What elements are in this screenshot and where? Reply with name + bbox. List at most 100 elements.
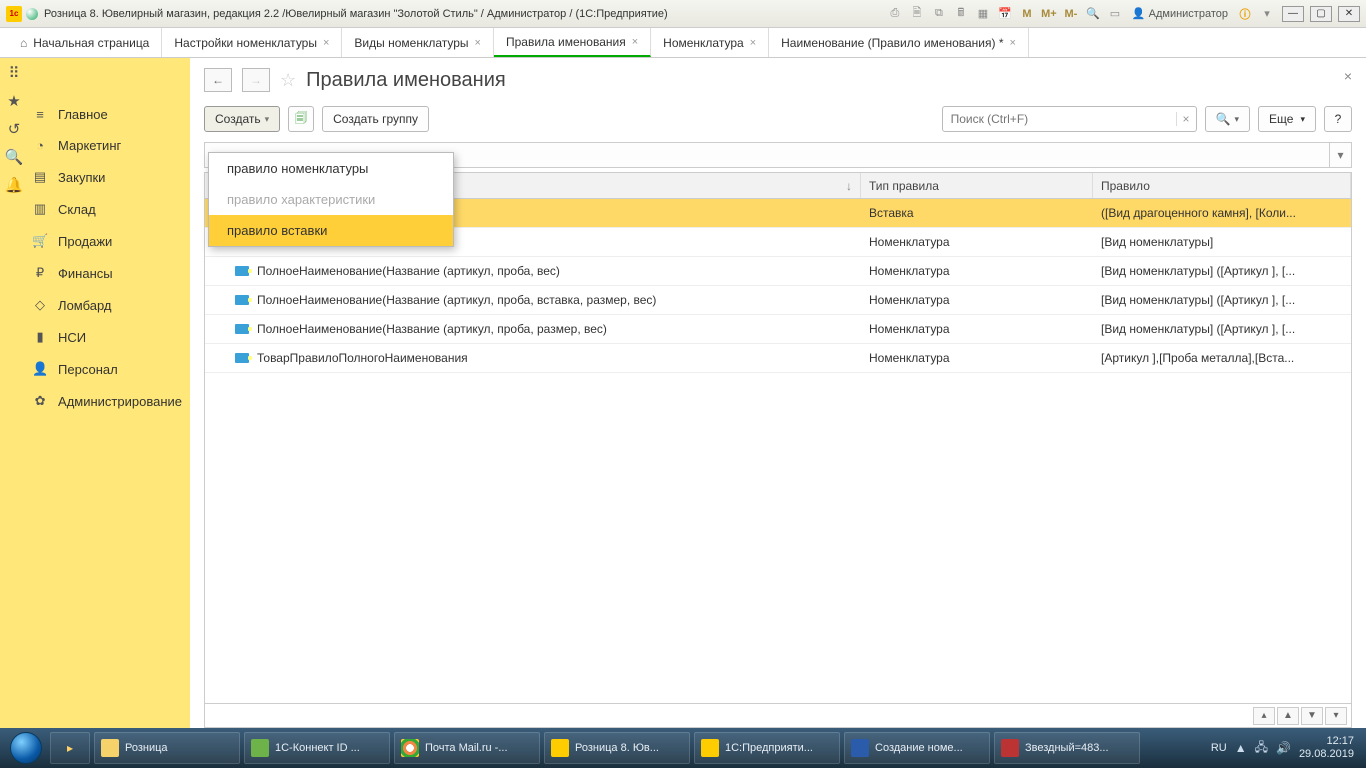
info-icon[interactable]: ⓘ xyxy=(1236,5,1254,23)
bell-icon[interactable]: 🔔 xyxy=(5,176,23,194)
sidebar-item-personnel[interactable]: 👤Персонал xyxy=(28,353,190,385)
scroll-top-icon[interactable]: ▴ xyxy=(1253,707,1275,725)
sidebar-item-purchases[interactable]: ▤Закупки xyxy=(28,161,190,193)
tool-panel-icon[interactable]: ▭ xyxy=(1106,5,1124,23)
page-close-icon[interactable]: × xyxy=(1344,68,1352,84)
table-row[interactable]: ПолноеНаименование(Название (артикул, пр… xyxy=(205,315,1351,344)
close-icon[interactable]: × xyxy=(1010,37,1016,49)
tool-compare-icon[interactable]: ⧉ xyxy=(930,5,948,23)
tab-naming-edit[interactable]: Наименование (Правило именования) * × xyxy=(769,28,1029,57)
scroll-down-icon[interactable]: ▼ xyxy=(1301,707,1323,725)
sidebar-item-nsi[interactable]: ▮НСИ xyxy=(28,321,190,353)
tool-zoom-icon[interactable]: 🔍 xyxy=(1084,5,1102,23)
help-button[interactable]: ? xyxy=(1324,106,1352,132)
tab-nomenclature[interactable]: Номенклатура × xyxy=(651,28,769,57)
dropdown-icon[interactable]: ▾ xyxy=(1258,5,1276,23)
table-row[interactable]: ПолноеНаименование(Название (артикул, пр… xyxy=(205,257,1351,286)
tab-settings-nomenclature[interactable]: Настройки номенклатуры × xyxy=(162,28,342,57)
taskbar-explorer[interactable]: ▸ xyxy=(50,732,90,764)
clear-search-icon[interactable]: × xyxy=(1176,112,1196,126)
sidebar-item-label: Склад xyxy=(58,202,96,217)
filter-dropdown-icon[interactable]: ▾ xyxy=(1329,143,1351,167)
menu-icon: 👤 xyxy=(32,361,48,377)
tab-kinds-nomenclature[interactable]: Виды номенклатуры × xyxy=(342,28,494,57)
close-icon[interactable]: × xyxy=(750,37,756,49)
sidebar-item-label: Закупки xyxy=(58,170,105,185)
tab-home[interactable]: ⌂ Начальная страница xyxy=(8,28,162,57)
tool-calendar-icon[interactable]: 📅 xyxy=(996,5,1014,23)
app-1c-icon xyxy=(701,739,719,757)
data-grid: ↓ Тип правила Правило Вставка Вставка ([… xyxy=(204,172,1352,728)
favorite-icon[interactable]: ☆ xyxy=(280,70,296,91)
dropdown-item-insert-rule[interactable]: правило вставки xyxy=(209,215,453,246)
tab-label: Правила именования xyxy=(506,35,626,49)
sidebar-item-label: Финансы xyxy=(58,266,113,281)
tool-m[interactable]: M xyxy=(1018,5,1036,23)
sidebar-item-marketing[interactable]: ◔Маркетинг xyxy=(28,130,190,161)
sidebar-item-finance[interactable]: ₽Финансы xyxy=(28,257,190,289)
more-button[interactable]: Еще▾ xyxy=(1258,106,1316,132)
sidebar-item-main[interactable]: ≡Главное xyxy=(28,99,190,130)
sidebar-item-admin[interactable]: ✿Администрирование xyxy=(28,385,190,417)
taskbar-item[interactable]: Розница 8. Юв... xyxy=(544,732,690,764)
cell-type: Номенклатура xyxy=(861,235,1093,249)
sidebar-item-lombard[interactable]: ◇Ломбард xyxy=(28,289,190,321)
tray-flag-icon[interactable]: ▲ xyxy=(1235,741,1247,755)
tray-vol-icon[interactable]: 🔊 xyxy=(1276,741,1291,755)
cell-rule: [Вид номенклатуры] ([Артикул ], [... xyxy=(1093,264,1351,278)
tool-doc-icon[interactable]: 🗎 xyxy=(908,5,926,23)
cell-name: ПолноеНаименование(Название (артикул, пр… xyxy=(257,322,607,336)
start-button[interactable] xyxy=(6,731,46,765)
create-button[interactable]: Создать ▾ xyxy=(204,106,280,132)
sort-icon: ↓ xyxy=(846,179,852,193)
star-icon[interactable]: ★ xyxy=(5,92,23,110)
lang-indicator[interactable]: RU xyxy=(1211,742,1227,754)
minimize-button[interactable]: — xyxy=(1282,6,1304,22)
tab-naming-rules[interactable]: Правила именования × xyxy=(494,28,651,57)
column-header-type[interactable]: Тип правила xyxy=(861,173,1093,198)
column-header-rule[interactable]: Правило xyxy=(1093,173,1351,198)
close-icon[interactable]: × xyxy=(475,37,481,49)
sidebar-item-warehouse[interactable]: ▥Склад xyxy=(28,193,190,225)
taskbar-item[interactable]: Почта Mail.ru -... xyxy=(394,732,540,764)
close-button[interactable]: ✕ xyxy=(1338,6,1360,22)
tool-calc-icon[interactable]: 🖩 xyxy=(952,5,970,23)
windows-orb-icon xyxy=(10,732,42,764)
tray-net-icon[interactable]: 🖧 xyxy=(1255,738,1268,759)
search-field[interactable]: × xyxy=(942,106,1197,132)
apps-icon[interactable]: ⠿ xyxy=(5,64,23,82)
taskbar-item[interactable]: 1С-Коннект ID ... xyxy=(244,732,390,764)
admin-badge[interactable]: 👤 Администратор xyxy=(1128,7,1232,20)
tool-m-plus[interactable]: M+ xyxy=(1040,5,1058,23)
cell-type: Номенклатура xyxy=(861,293,1093,307)
search-icon[interactable]: 🔍 xyxy=(5,148,23,166)
document-tabs: ⌂ Начальная страница Настройки номенклат… xyxy=(0,28,1366,58)
tool-table-icon[interactable]: ▦ xyxy=(974,5,992,23)
close-icon[interactable]: × xyxy=(323,37,329,49)
clock[interactable]: 12:17 29.08.2019 xyxy=(1299,735,1354,761)
sidebar-menu: ≡Главное ◔Маркетинг ▤Закупки ▥Склад 🛒Про… xyxy=(28,58,190,728)
search-input[interactable] xyxy=(943,112,1176,126)
sidebar-item-label: Администрирование xyxy=(58,394,182,409)
scroll-up-icon[interactable]: ▲ xyxy=(1277,707,1299,725)
close-icon[interactable]: × xyxy=(632,36,638,48)
tool-m-minus[interactable]: M- xyxy=(1062,5,1080,23)
nav-back-button[interactable]: ← xyxy=(204,68,232,92)
tool-print-icon[interactable]: ⎙ xyxy=(886,5,904,23)
nav-forward-button[interactable]: → xyxy=(242,68,270,92)
scroll-bottom-icon[interactable]: ▾ xyxy=(1325,707,1347,725)
create-group-button[interactable]: Создать группу xyxy=(322,106,429,132)
taskbar-item[interactable]: Создание номе... xyxy=(844,732,990,764)
menu-icon: ≡ xyxy=(32,107,48,122)
dropdown-item-nomenclature-rule[interactable]: правило номенклатуры xyxy=(209,153,453,184)
sidebar-item-sales[interactable]: 🛒Продажи xyxy=(28,225,190,257)
table-row[interactable]: ПолноеНаименование(Название (артикул, пр… xyxy=(205,286,1351,315)
history-icon[interactable]: ↺ xyxy=(5,120,23,138)
maximize-button[interactable]: ▢ xyxy=(1310,6,1332,22)
taskbar-item[interactable]: Розница xyxy=(94,732,240,764)
taskbar-item[interactable]: Звездный=483... xyxy=(994,732,1140,764)
table-row[interactable]: ТоварПравилоПолногоНаименования Номенкла… xyxy=(205,344,1351,373)
taskbar-item[interactable]: 1С:Предприяти... xyxy=(694,732,840,764)
copy-button[interactable]: 🗐 xyxy=(288,106,314,132)
search-button[interactable]: 🔍▾ xyxy=(1205,106,1250,132)
